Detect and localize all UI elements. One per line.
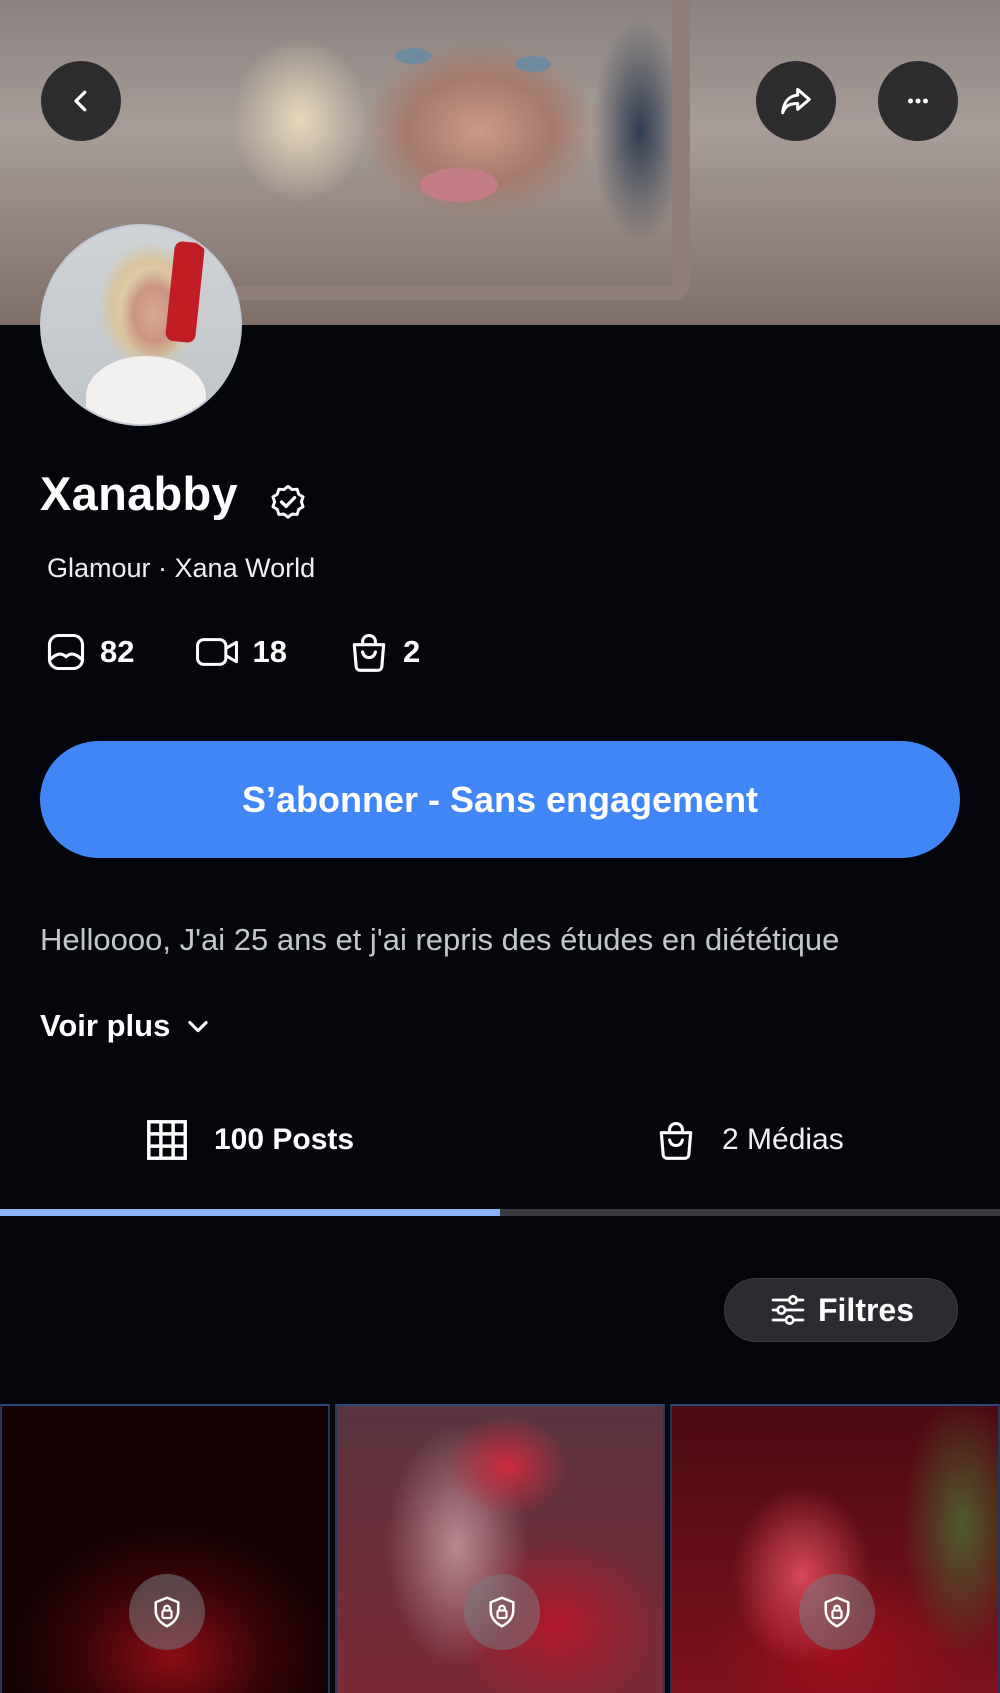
grid-icon — [147, 1120, 187, 1160]
cover-eye-left — [395, 48, 431, 64]
profile-stats: 82 18 2 — [44, 630, 480, 674]
tab-posts[interactable]: 100 Posts — [144, 1115, 354, 1165]
shopping-bag-icon — [659, 1121, 693, 1160]
tab-medias[interactable]: 2 Médias — [654, 1115, 844, 1165]
avatar[interactable] — [40, 224, 242, 426]
stat-items: 2 — [347, 630, 420, 674]
sliders-icon — [771, 1294, 805, 1326]
stat-videos-count: 18 — [252, 634, 287, 669]
stat-videos: 18 — [194, 630, 287, 674]
profile-subtitle: Glamour · Xana World — [47, 553, 316, 583]
lock-shield-icon — [799, 1574, 875, 1650]
avatar-phone — [164, 240, 206, 344]
profile-name: Xanabby — [40, 467, 238, 520]
more-dots-icon — [908, 98, 928, 104]
post-tile[interactable] — [335, 1404, 665, 1693]
post-tile[interactable] — [0, 1404, 330, 1693]
stat-photos: 82 — [44, 630, 134, 674]
cover-eye-right — [515, 56, 551, 72]
stat-photos-count: 82 — [100, 634, 135, 669]
lock-shield-icon — [129, 1574, 205, 1650]
tab-medias-label: 2 Médias — [722, 1123, 844, 1156]
chevron-down-icon — [188, 1020, 209, 1033]
stat-items-count: 2 — [402, 634, 421, 669]
avatar-top-garment — [86, 356, 206, 424]
cover-mirror-frame — [190, 0, 690, 300]
post-tile[interactable] — [670, 1404, 1000, 1693]
verified-badge-icon — [266, 480, 310, 529]
photo-icon — [47, 633, 85, 671]
subscribe-button[interactable]: S’abonner - Sans engagement — [40, 741, 960, 858]
video-camera-icon — [196, 638, 239, 666]
chevron-left-icon — [74, 90, 87, 112]
shopping-bag-icon — [352, 633, 386, 672]
see-more-label: Voir plus — [40, 1008, 171, 1043]
profile-bio: Helloooo, J'ai 25 ans et j'ai repris des… — [40, 922, 840, 957]
lock-shield-icon — [464, 1574, 540, 1650]
see-more-button[interactable]: Voir plus — [40, 1008, 212, 1044]
more-options-button[interactable] — [878, 61, 958, 141]
tab-posts-label: 100 Posts — [214, 1123, 355, 1156]
share-arrow-icon — [781, 87, 811, 115]
filters-label: Filtres — [817, 1291, 915, 1328]
cover-lips — [420, 168, 498, 202]
tab-active-indicator — [0, 1209, 500, 1216]
share-button[interactable] — [756, 61, 836, 141]
back-button[interactable] — [41, 61, 121, 141]
posts-grid — [0, 1404, 1000, 1693]
filters-button[interactable]: Filtres — [724, 1278, 958, 1342]
